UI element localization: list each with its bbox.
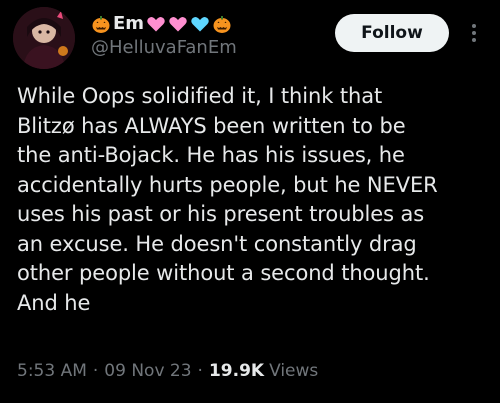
jack-o-lantern-icon [212, 14, 232, 34]
author-avatar[interactable] [13, 7, 75, 69]
pink-heart-icon [168, 14, 188, 34]
tweet-date[interactable]: 09 Nov 23 [104, 360, 191, 382]
author-name-row[interactable]: Em [91, 12, 232, 36]
author-display-name[interactable]: Em [113, 13, 144, 35]
follow-button[interactable]: Follow [335, 14, 449, 52]
tweet-card: Em @HelluvaFanEm Follow While Oops solid… [0, 0, 500, 403]
views-label[interactable]: Views [269, 360, 318, 382]
light-blue-heart-icon [190, 14, 210, 34]
tweet-text: While Oops solidified it, I think that B… [17, 84, 438, 315]
author-handle[interactable]: @HelluvaFanEm [91, 37, 237, 59]
more-options-icon[interactable] [464, 19, 484, 47]
views-count[interactable]: 19.9K [209, 360, 264, 382]
pink-heart-icon [146, 14, 166, 34]
jack-o-lantern-icon [91, 14, 111, 34]
meta-separator: · [197, 361, 203, 381]
tweet-time[interactable]: 5:53 AM [17, 360, 87, 382]
meta-separator: · [92, 361, 99, 381]
tweet-meta: 5:53 AM · 09 Nov 23 · 19.9K Views [17, 360, 318, 382]
